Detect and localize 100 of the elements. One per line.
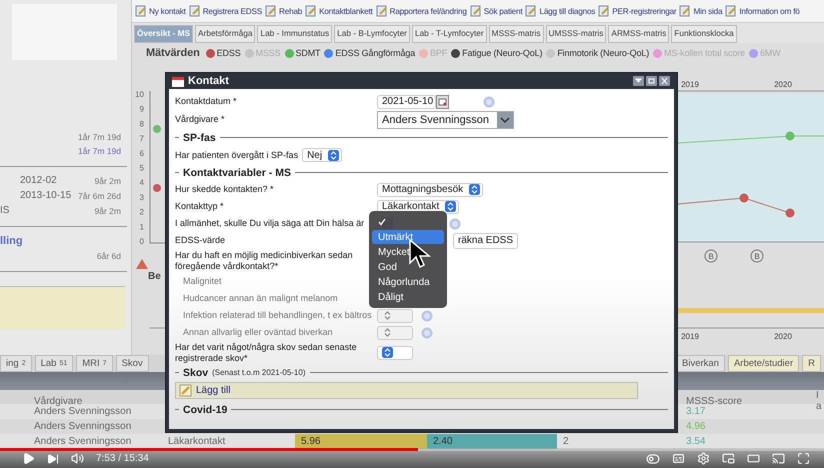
section-title: SP-fas [183,132,216,144]
miniplayer-icon[interactable] [722,452,735,465]
date-field[interactable]: 2021-05-10 [377,94,436,108]
field-label: Infektion relaterad till behandlingen, t ex bältros [183,310,371,321]
document-icon [470,5,482,17]
progress-track[interactable] [0,448,824,451]
column-header: Vårdgivare [33,396,84,406]
check-icon [378,218,386,226]
field-label: Har du haft en möjlig medicinbiverkan sedan föregående vårdkontakt?* [175,250,354,272]
toolbar-link[interactable]: Registrera EDSS [188,5,262,17]
toolbar-link[interactable]: Lägg till diagnos [525,5,596,17]
legend-dot[interactable] [324,48,334,58]
legend-dot[interactable] [653,48,662,58]
minimize-icon[interactable] [633,76,644,86]
table-cell-text: Anders Svenningsson [33,406,132,419]
fullscreen-icon[interactable] [797,452,810,465]
stepper-icon [469,184,480,195]
stepper-icon [445,201,456,212]
legend-label[interactable]: SDMT [296,48,320,58]
tab[interactable]: UMSSS-matris [546,25,606,43]
calculate-button[interactable]: räkna EDSS [453,232,518,248]
close-icon[interactable] [659,76,670,86]
cast-icon[interactable] [772,452,785,465]
field-label: I allmänhet, skulle Du vilja säga att Din hälsa är [175,218,363,229]
legend-dot[interactable] [748,48,758,58]
toolbar-link[interactable]: Rehab [265,5,302,17]
document-icon [376,5,388,17]
table-cell-text: 3.54 [685,435,706,449]
tab[interactable]: Arbete/studier [728,355,800,372]
tab[interactable]: MRI $^{7}$ [76,355,113,372]
document-icon [598,5,610,17]
tab[interactable]: Lab - B-Lymfocyter [334,25,410,43]
toolbar-link[interactable]: PER-registreringar [598,5,676,17]
legend-label[interactable]: EDSS [216,48,241,58]
volume-icon[interactable] [71,452,84,465]
table-cell-text: Läkarkontakt [167,435,226,449]
menu-item[interactable]: Utmärkt [372,230,444,244]
table-cell-text: Anders Svenningsson [33,435,132,449]
menu-item[interactable]: Någorlunda [372,275,444,289]
tab[interactable]: Arbetsförmåga [195,25,256,43]
legend-label[interactable]: EDSS Gångförmåga [335,48,416,58]
legend-dot[interactable] [244,48,254,58]
settings-icon[interactable] [697,452,710,465]
column-header: MSSS-score [685,396,744,406]
tab[interactable]: ing $^{2}$ [0,355,32,372]
tab[interactable]: Lab - T-Lymfocyter [412,25,487,43]
document-icon [188,5,201,17]
document-icon [135,5,147,17]
legend-label[interactable]: Fatigue (Neuro-QoL) [462,48,542,58]
menu-item[interactable]: Dåligt [372,290,444,304]
toolbar-link[interactable]: Kontaktblankett [305,5,373,17]
toolbar-link[interactable]: Rapportera fel/ändring [376,5,467,17]
toolbar-link[interactable]: Min sida [679,5,722,17]
legend-dot[interactable] [206,48,215,58]
field-label: Kontakttyp * [175,201,224,212]
menu-item[interactable]: Mycket [372,245,444,259]
document-icon [265,5,278,17]
time-display: 7:53 / 15:34 [96,453,149,464]
calendar-icon[interactable] [436,94,450,108]
document-icon [305,5,318,17]
tab[interactable]: Skov [116,355,149,372]
tab[interactable]: Funktionsklocka [671,25,737,43]
play-icon[interactable] [22,452,35,465]
select-field[interactable]: Nej [302,148,342,162]
document-icon [725,5,738,17]
field-label: Hur skedde kontakten? * [175,184,274,195]
field-label: Hudcancer annan än malignt melanom [183,293,338,304]
tab[interactable]: MSSS-matris [488,25,544,43]
stepper-icon [328,150,340,160]
legend-title: Mätvärden [146,47,200,59]
duration-text: 7år 6m 26d [78,190,121,200]
table-cell: 5.96 [295,434,427,449]
theater-icon[interactable] [747,452,760,465]
duration-text: 9år 2m [94,206,121,216]
legend-label[interactable]: Finmotorik (Neuro-QoL) [557,48,650,58]
table-cell-text: Anders Svenningsson [33,420,132,434]
maximize-icon[interactable] [646,76,657,86]
tab[interactable]: ARMSS-matris [608,25,670,43]
tab[interactable]: Lab $^{51}$ [34,355,74,372]
select-field[interactable]: Mottagningsbesök [377,182,484,196]
menu-item[interactable]: God [372,260,444,274]
captions-icon[interactable] [672,452,685,465]
tab[interactable]: Lab - Immunstatus [257,25,332,43]
legend-dot[interactable] [451,48,460,58]
add-link[interactable]: Lägg till [196,385,230,396]
tab[interactable]: R [802,355,821,372]
duration-text: 9år 2m [94,176,121,186]
autoplay-toggle-icon[interactable] [646,452,660,466]
dropdown-field[interactable]: Anders Svenningsson [377,110,514,128]
table-cell-text: 2 [562,435,570,449]
next-icon[interactable] [47,452,59,464]
legend-dot[interactable] [419,48,428,58]
toolbar-link[interactable]: Information om fö [725,5,800,17]
field-label: Har det varit något/några skov sedan senaste registrerade skov* [175,342,358,364]
toolbar-link[interactable]: Sök patient [470,5,522,17]
toolbar-link[interactable]: Ny kontakt [135,5,186,17]
tab[interactable]: Biverkan [676,355,725,372]
select-field[interactable] [377,346,413,360]
stepper-icon [382,327,393,338]
legend-dot[interactable] [284,48,294,58]
